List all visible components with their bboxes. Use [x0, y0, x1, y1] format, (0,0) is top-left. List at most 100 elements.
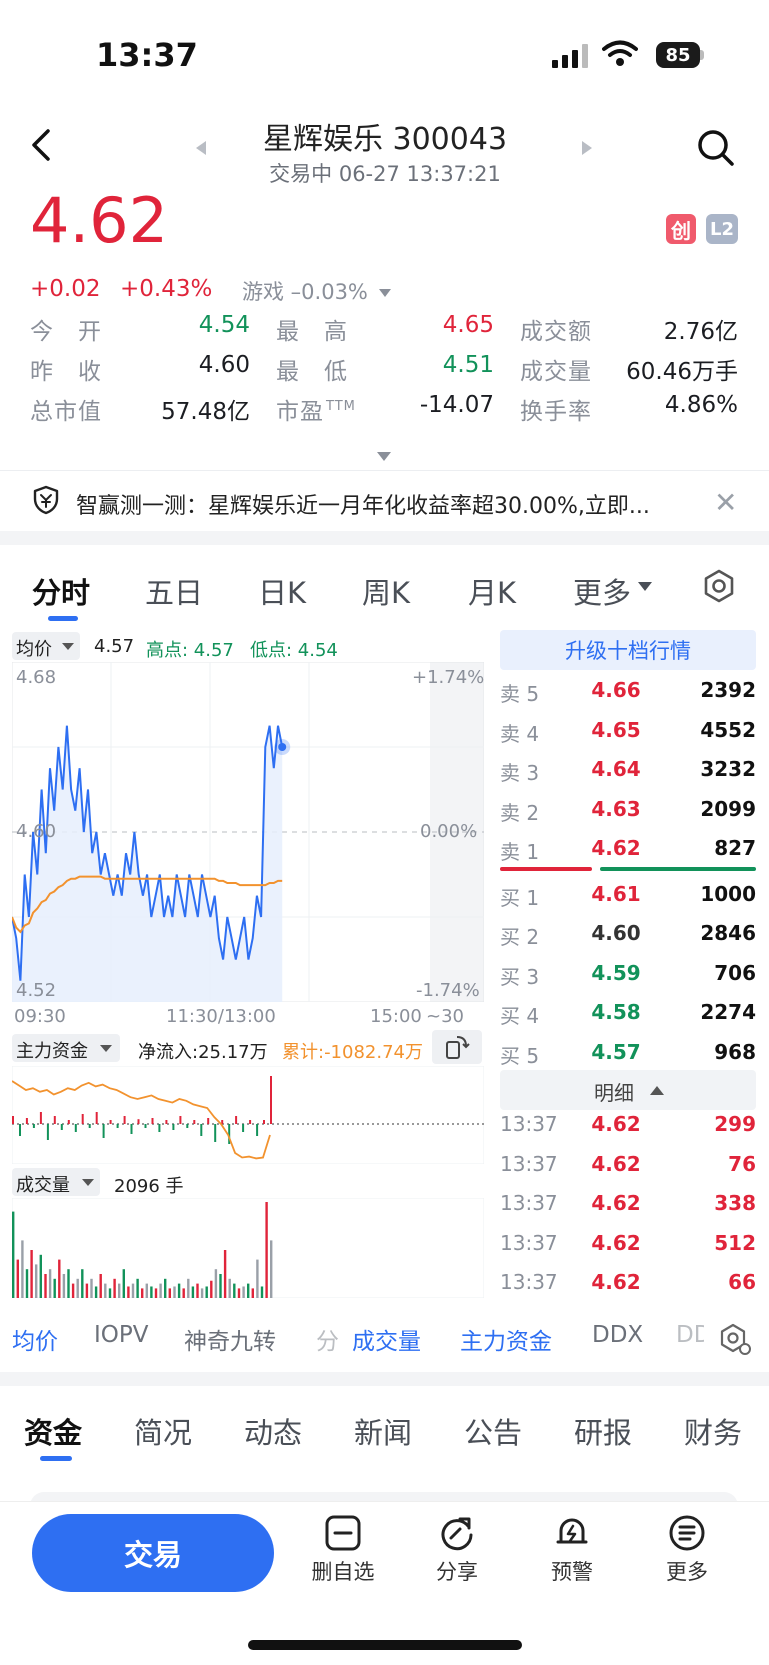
- low-point: 低点: 4.54: [250, 640, 338, 661]
- tick-volume: 76: [728, 1151, 756, 1176]
- bid-row[interactable]: 买 4 4.58 2274: [500, 998, 756, 1030]
- indicator-dd-partial[interactable]: DD: [676, 1322, 704, 1348]
- volume-bar: [35, 1264, 38, 1298]
- tick-row: 13:37 4.62 338: [500, 1189, 756, 1221]
- bid-row[interactable]: 买 1 4.61 1000: [500, 880, 756, 912]
- indicator-settings-icon[interactable]: [718, 1322, 752, 1356]
- last-price-dot: [278, 743, 287, 751]
- cumulative-flow: 累计:-1082.74万: [282, 1042, 423, 1063]
- capital-flow-chart[interactable]: [12, 1066, 484, 1164]
- tick-volume: 338: [714, 1191, 756, 1215]
- volume-bar: [177, 1283, 181, 1298]
- sector-link[interactable]: 游戏 –0.03%: [242, 276, 391, 306]
- more-menu-icon: [669, 1515, 705, 1551]
- search-icon[interactable]: [696, 128, 736, 168]
- trade-button[interactable]: 交易: [32, 1514, 274, 1592]
- chevron-up-icon: [650, 1086, 664, 1095]
- volume-bar: [127, 1286, 130, 1298]
- tick-volume: 512: [714, 1230, 756, 1255]
- level2-badge[interactable]: L2: [706, 214, 738, 244]
- volume-bar: [210, 1280, 213, 1298]
- expand-stats-icon[interactable]: [377, 452, 391, 461]
- more-button[interactable]: 更多: [642, 1514, 732, 1586]
- volume-bar: [30, 1250, 33, 1298]
- tab-news-feed[interactable]: 动态: [244, 1410, 302, 1452]
- net-inflow: 净流入:25.17万: [138, 1042, 268, 1063]
- indicator-partial[interactable]: 分: [316, 1322, 339, 1356]
- bid-row[interactable]: 买 5 4.57 968: [500, 1038, 756, 1070]
- indicator-avg[interactable]: 均价: [12, 1322, 58, 1356]
- bid-row[interactable]: 买 3 4.59 706: [500, 959, 756, 991]
- ask-bid-divider-green: [600, 867, 756, 871]
- alert-label: 预警: [551, 1560, 593, 1584]
- order-level-label: 买 4: [500, 1004, 540, 1028]
- volume-bar: [131, 1283, 135, 1298]
- volume-chart[interactable]: [12, 1198, 484, 1298]
- settings-hexagon-icon[interactable]: [701, 568, 737, 604]
- stat-label: 市盈 TTM: [276, 399, 356, 425]
- volume-bar: [173, 1286, 176, 1298]
- remove-watchlist-icon: [325, 1515, 361, 1551]
- capital-bar: [32, 1124, 35, 1128]
- sector-caret-icon: [378, 289, 391, 297]
- capital-bar: [172, 1124, 175, 1130]
- next-stock-arrow-icon[interactable]: [582, 141, 592, 155]
- upgrade-ten-level-button[interactable]: 升级十档行情: [500, 630, 756, 670]
- tab-five-day[interactable]: 五日: [145, 570, 203, 612]
- tab-research[interactable]: 研报: [574, 1410, 632, 1452]
- ask-row[interactable]: 卖 4 4.65 4552: [500, 716, 756, 748]
- capital-bar: [25, 1118, 28, 1124]
- capital-bar: [256, 1124, 259, 1136]
- tick-volume: 299: [714, 1112, 756, 1136]
- tab-financials[interactable]: 财务: [684, 1410, 742, 1452]
- order-volume: 968: [714, 1039, 756, 1064]
- ask-row[interactable]: 卖 5 4.66 2392: [500, 676, 756, 708]
- indicator-iopv[interactable]: IOPV: [94, 1322, 149, 1348]
- tab-capital[interactable]: 资金: [24, 1410, 82, 1452]
- intraday-chart[interactable]: [12, 662, 484, 1002]
- volume-bar: [223, 1250, 227, 1298]
- alert-button[interactable]: 预警: [527, 1514, 617, 1586]
- order-level-label: 卖 4: [500, 721, 540, 746]
- rotate-screen-button[interactable]: [432, 1030, 482, 1064]
- y-axis-top: 4.68: [16, 667, 57, 688]
- indicator-volume[interactable]: 成交量: [352, 1322, 421, 1356]
- tab-news[interactable]: 新闻: [354, 1410, 412, 1452]
- tab-weekly-k[interactable]: 周K: [362, 570, 410, 612]
- stat-label: 总市值: [30, 399, 102, 425]
- ask-row[interactable]: 卖 3 4.64 3232: [500, 755, 756, 787]
- chevron-down-icon: [638, 582, 652, 591]
- capital-bar: [200, 1124, 203, 1136]
- ask-row[interactable]: 卖 2 4.63 2099: [500, 795, 756, 827]
- tab-overview[interactable]: 简况: [134, 1410, 192, 1452]
- remove-watchlist-button[interactable]: 删自选: [298, 1514, 388, 1586]
- volume-bar: [25, 1269, 29, 1298]
- volume-bar: [71, 1283, 75, 1298]
- indicator-capital[interactable]: 主力资金: [460, 1322, 552, 1356]
- tab-announcements[interactable]: 公告: [464, 1410, 522, 1452]
- ask-row[interactable]: 卖 1 4.62 827: [500, 834, 756, 866]
- close-icon[interactable]: ✕: [714, 486, 737, 519]
- back-arrow-icon[interactable]: [30, 128, 52, 162]
- stat-label: 昨 收: [30, 359, 102, 385]
- tab-more[interactable]: 更多: [573, 570, 631, 612]
- volume-bar: [200, 1288, 204, 1298]
- indicator-td9[interactable]: 神奇九转: [184, 1322, 276, 1356]
- volume-bar: [48, 1269, 52, 1298]
- volume-bar: [85, 1283, 89, 1298]
- bid-row[interactable]: 买 2 4.60 2846: [500, 919, 756, 951]
- share-button[interactable]: 分享: [412, 1514, 502, 1586]
- tab-monthly-k[interactable]: 月K: [468, 570, 516, 612]
- tab-daily-k[interactable]: 日K: [258, 570, 306, 612]
- volume-bar: [247, 1283, 250, 1298]
- volume-bar: [237, 1288, 241, 1298]
- rotate-icon: [446, 1036, 470, 1059]
- volume-bar: [164, 1278, 167, 1298]
- indicator-ddx[interactable]: DDX: [592, 1322, 643, 1348]
- remove-watchlist-label: 删自选: [311, 1560, 375, 1584]
- tab-intraday[interactable]: 分时: [32, 570, 90, 612]
- cellular-signal-icon: [552, 44, 588, 68]
- high-point: 高点: 4.57: [146, 640, 234, 661]
- tick-time: 13:37: [500, 1112, 558, 1136]
- wifi-icon: [602, 40, 638, 66]
